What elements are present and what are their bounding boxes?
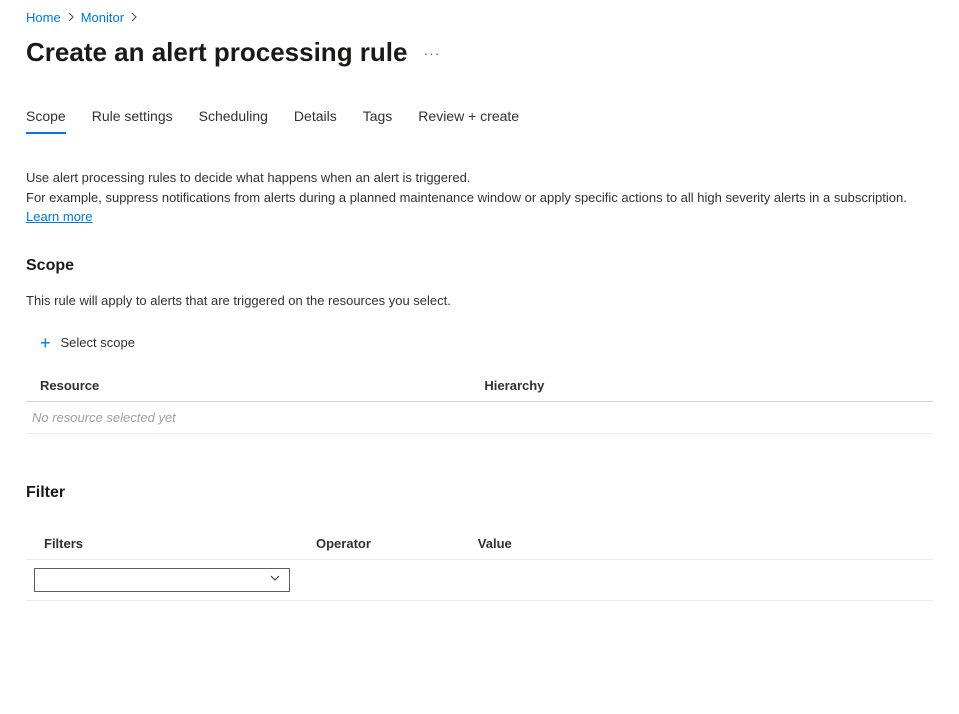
chevron-right-icon bbox=[67, 12, 75, 24]
breadcrumb: Home Monitor bbox=[26, 10, 933, 25]
tab-rule-settings[interactable]: Rule settings bbox=[92, 108, 173, 134]
breadcrumb-monitor-link[interactable]: Monitor bbox=[81, 10, 124, 25]
description-line-1: Use alert processing rules to decide wha… bbox=[26, 170, 470, 185]
filter-col-value: Value bbox=[460, 528, 933, 560]
filter-dropdown[interactable] bbox=[34, 568, 290, 592]
tab-tags[interactable]: Tags bbox=[363, 108, 393, 134]
select-scope-button[interactable]: + Select scope bbox=[40, 330, 135, 356]
filter-col-filters: Filters bbox=[26, 528, 298, 560]
tab-details[interactable]: Details bbox=[294, 108, 337, 134]
breadcrumb-home-link[interactable]: Home bbox=[26, 10, 61, 25]
table-row bbox=[26, 559, 933, 600]
learn-more-link[interactable]: Learn more bbox=[26, 209, 92, 224]
description-line-2: For example, suppress notifications from… bbox=[26, 190, 907, 205]
scope-heading: Scope bbox=[26, 257, 933, 275]
filter-table: Filters Operator Value bbox=[26, 528, 933, 601]
tab-bar: Scope Rule settings Scheduling Details T… bbox=[26, 108, 933, 134]
chevron-right-icon bbox=[130, 12, 138, 24]
chevron-down-icon bbox=[269, 572, 281, 587]
scope-table: Resource Hierarchy No resource selected … bbox=[26, 370, 933, 434]
tab-review-create[interactable]: Review + create bbox=[418, 108, 519, 134]
tab-scheduling[interactable]: Scheduling bbox=[199, 108, 268, 134]
filter-col-operator: Operator bbox=[298, 528, 460, 560]
filter-heading: Filter bbox=[26, 484, 933, 502]
scope-description: This rule will apply to alerts that are … bbox=[26, 293, 933, 308]
page-title: Create an alert processing rule bbox=[26, 37, 407, 68]
scope-col-hierarchy: Hierarchy bbox=[470, 370, 933, 402]
plus-icon: + bbox=[40, 334, 51, 352]
page-description: Use alert processing rules to decide wha… bbox=[26, 168, 933, 227]
select-scope-label: Select scope bbox=[61, 335, 135, 350]
more-actions-button[interactable]: ··· bbox=[417, 43, 446, 63]
scope-empty-row: No resource selected yet bbox=[26, 401, 933, 433]
tab-scope[interactable]: Scope bbox=[26, 108, 66, 134]
table-row: No resource selected yet bbox=[26, 401, 933, 433]
scope-col-resource: Resource bbox=[26, 370, 470, 402]
